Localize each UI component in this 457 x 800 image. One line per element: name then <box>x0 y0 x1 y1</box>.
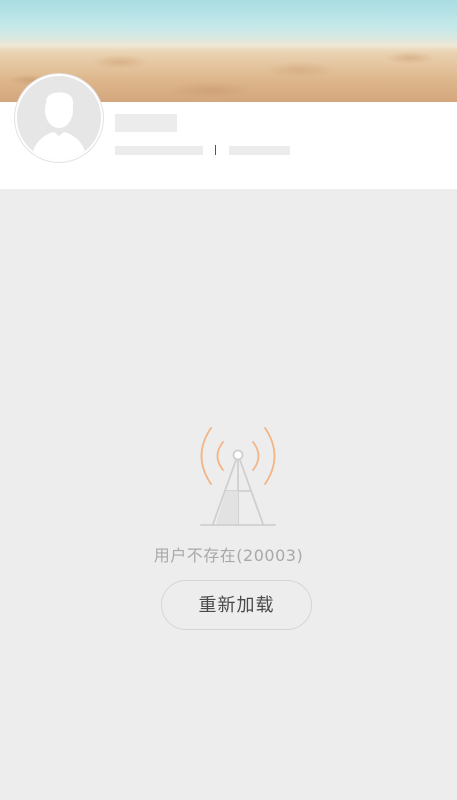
error-message: 用户不存在(20003) <box>153 546 304 565</box>
avatar[interactable] <box>15 74 103 162</box>
user-silhouette-icon <box>17 76 101 160</box>
profile-stat-placeholder <box>229 146 290 155</box>
reload-button[interactable]: 重新加载 <box>161 580 312 630</box>
profile-stat-placeholder <box>115 146 203 155</box>
username-placeholder <box>115 114 177 132</box>
signal-tower-icon <box>200 427 276 526</box>
stat-divider <box>215 145 216 155</box>
